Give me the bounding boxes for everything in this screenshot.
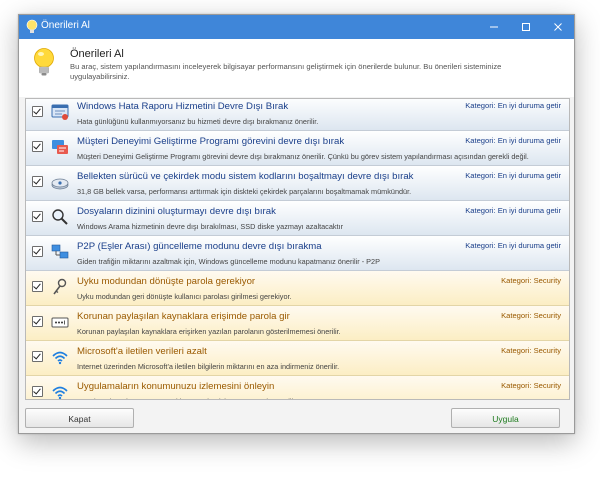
recommendation-checkbox[interactable] (32, 316, 43, 327)
recommendation-category: Kategori: En iyi duruma getir (465, 206, 561, 215)
recommendation-row[interactable]: Windows Hata Raporu Hizmetini Devre Dışı… (26, 99, 569, 131)
recommendation-row[interactable]: Microsoft'a iletilen verileri azalt Inter… (26, 341, 569, 376)
search-icon (52, 209, 68, 225)
minimize-icon (490, 26, 498, 28)
recommendation-row[interactable]: Dosyaların dizinini oluşturmayı devre dı… (26, 201, 569, 236)
recommendation-row[interactable]: Bellekten sürücü ve çekirdek modu sistem… (26, 166, 569, 201)
recommendation-description: Internet üzerinden Microsoft'a iletilen … (77, 362, 340, 371)
key-icon (53, 278, 67, 295)
recommendation-title: P2P (Eşler Arası) güncelleme modunu devr… (77, 241, 322, 252)
recommendation-title: Bellekten sürücü ve çekirdek modu sistem… (77, 171, 414, 182)
header-description: Bu araç, sistem yapılandırmasını inceley… (70, 62, 502, 81)
recommendations-window: Önerileri Al Önerileri Al Bu araç, siste… (18, 14, 575, 434)
recommendation-description: Hata günlüğünü kullanmıyorsanız bu hizme… (77, 117, 319, 126)
recommendation-list[interactable]: Windows Hata Raporu Hizmetini Devre Dışı… (25, 98, 570, 400)
recommendation-title: Uygulamaların konumunuzu izlemesini önle… (77, 381, 275, 392)
recommendation-checkbox[interactable] (32, 246, 43, 257)
recommendation-category: Kategori: En iyi duruma getir (465, 136, 561, 145)
recommendation-row[interactable]: Uyku modundan dönüşte parola gerekiyor Uy… (26, 271, 569, 306)
recommendation-checkbox[interactable] (32, 106, 43, 117)
maximize-button[interactable] (510, 15, 542, 39)
recommendation-category: Kategori: Security (501, 311, 561, 320)
recommendation-checkbox[interactable] (32, 351, 43, 362)
header-panel: Önerileri Al Bu araç, sistem yapılandırm… (19, 39, 574, 97)
wifi-icon (52, 351, 68, 365)
recommendation-description: Uygulamaların konumunuzu takip etmesine … (77, 397, 296, 399)
recommendation-category: Kategori: En iyi duruma getir (465, 171, 561, 180)
recommendation-title: Uyku modundan dönüşte parola gerekiyor (77, 276, 256, 287)
recommendation-category: Kategori: Security (501, 346, 561, 355)
recommendation-title: Microsoft'a iletilen verileri azalt (77, 346, 207, 357)
recommendation-category: Kategori: Security (501, 276, 561, 285)
recommendation-checkbox[interactable] (32, 211, 43, 222)
memory-drive-icon (51, 178, 69, 190)
recommendation-description: Korunan paylaşılan kaynaklara erişirken … (77, 327, 341, 336)
close-button[interactable]: Kapat (25, 408, 134, 428)
password-field-icon (51, 317, 69, 328)
recommendation-row[interactable]: Korunan paylaşılan kaynaklara erişimde p… (26, 306, 569, 341)
wifi-icon (52, 386, 68, 399)
maximize-icon (522, 23, 530, 31)
recommendation-description: Giden trafiğin miktarını azaltmak için, … (77, 257, 380, 266)
lightbulb-icon (26, 19, 38, 33)
error-report-icon (51, 104, 69, 120)
close-icon (554, 23, 562, 31)
recommendation-category: Kategori: En iyi duruma getir (465, 101, 561, 110)
title-bar[interactable]: Önerileri Al (19, 15, 574, 39)
close-window-button[interactable] (542, 15, 574, 39)
recommendation-row[interactable]: Müşteri Deneyimi Geliştirme Programı gör… (26, 131, 569, 166)
recommendation-row[interactable]: Uygulamaların konumunuzu izlemesini önle… (26, 376, 569, 399)
recommendation-checkbox[interactable] (32, 386, 43, 397)
feedback-program-icon (52, 140, 68, 154)
recommendation-checkbox[interactable] (32, 176, 43, 187)
recommendation-title: Dosyaların dizinini oluşturmayı devre dı… (77, 206, 276, 217)
recommendation-title: Müşteri Deneyimi Geliştirme Programı gör… (77, 136, 345, 147)
recommendation-description: Uyku modundan geri dönüşte kullanıcı par… (77, 292, 292, 301)
recommendation-description: 31,8 GB bellek varsa, performansı arttır… (77, 187, 412, 196)
recommendation-checkbox[interactable] (32, 141, 43, 152)
recommendation-category: Kategori: En iyi duruma getir (465, 241, 561, 250)
minimize-button[interactable] (478, 15, 510, 39)
header-title: Önerileri Al (70, 48, 124, 60)
apply-button[interactable]: Uygula (451, 408, 560, 428)
recommendation-checkbox[interactable] (32, 281, 43, 292)
recommendation-title: Windows Hata Raporu Hizmetini Devre Dışı… (77, 101, 289, 112)
network-computers-icon (51, 244, 69, 259)
recommendation-title: Korunan paylaşılan kaynaklara erişimde p… (77, 311, 290, 322)
recommendation-description: Windows Arama hizmetinin devre dışı bıra… (77, 222, 344, 231)
recommendation-row[interactable]: P2P (Eşler Arası) güncelleme modunu devr… (26, 236, 569, 271)
lightbulb-icon (34, 48, 54, 76)
recommendation-description: Müşteri Deneyimi Geliştirme Programı gör… (77, 152, 529, 161)
recommendation-category: Kategori: Security (501, 381, 561, 390)
window-title: Önerileri Al (41, 20, 90, 31)
